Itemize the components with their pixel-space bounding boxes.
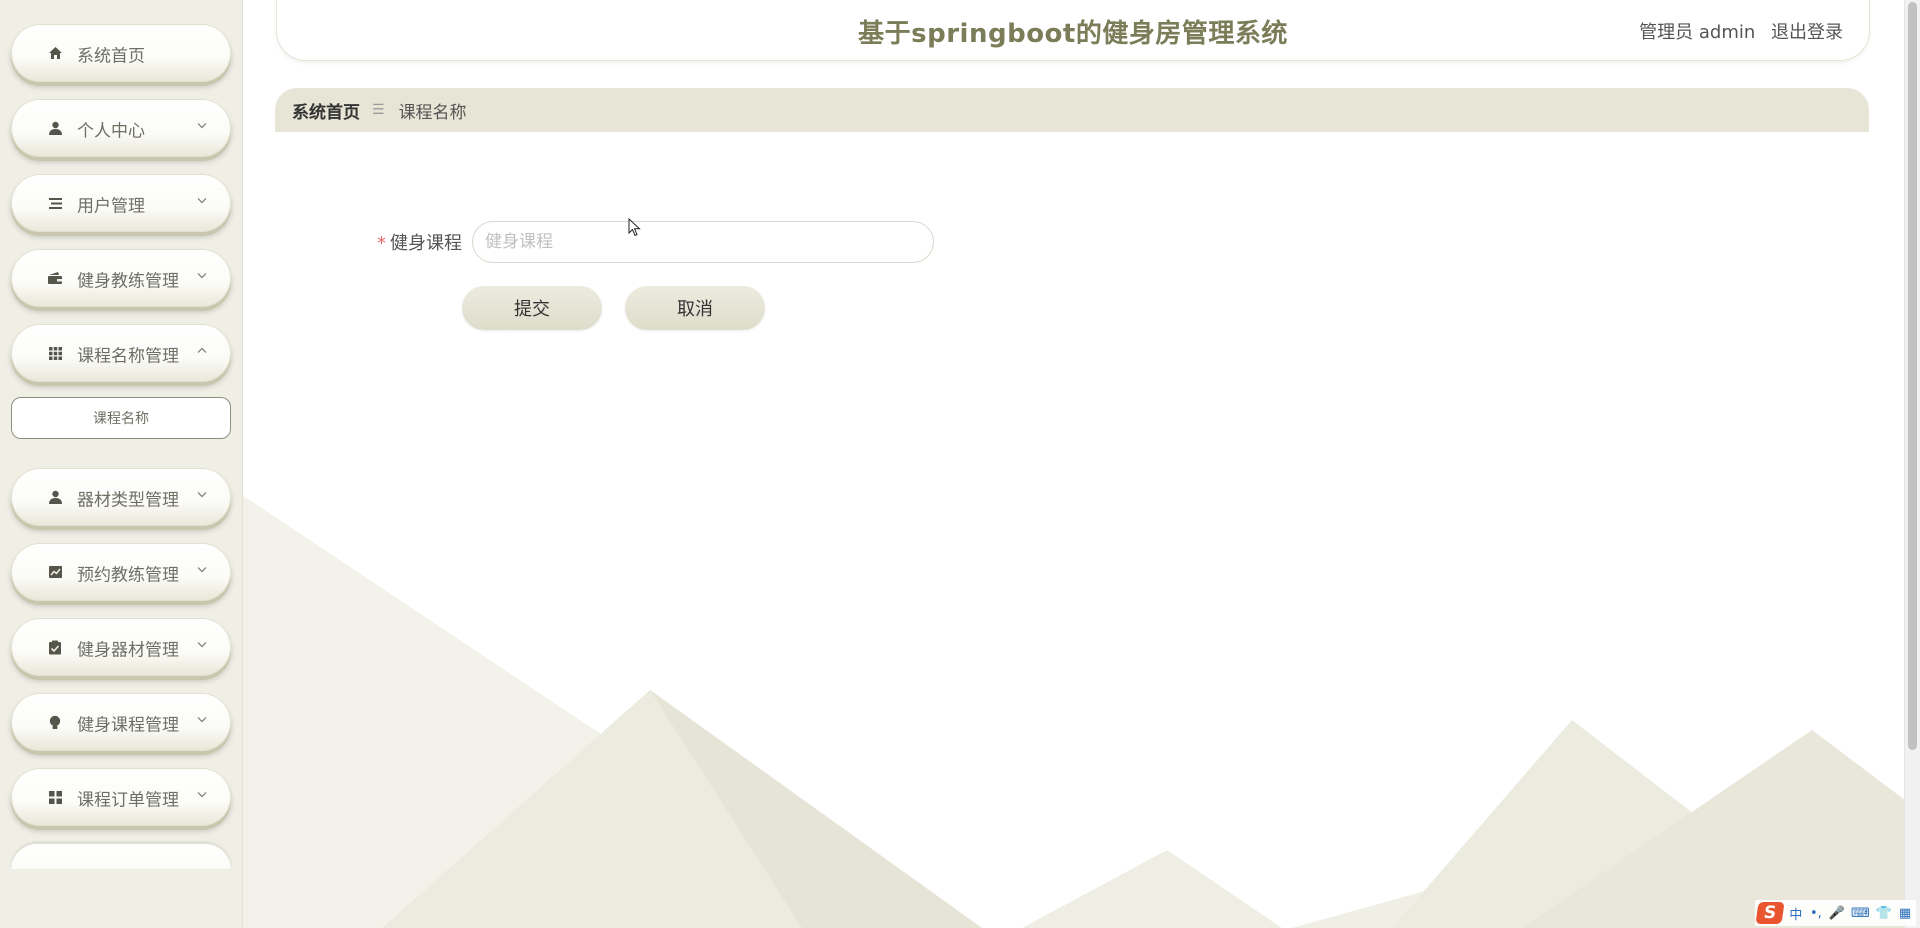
breadcrumb-home[interactable]: 系统首页 <box>292 98 360 123</box>
logout-link[interactable]: 退出登录 <box>1771 22 1843 43</box>
sidebar-item-label: 健身教练管理 <box>77 271 179 292</box>
chevron-down-icon <box>197 792 207 798</box>
sidebar-item-course-order-management[interactable]: 课程订单管理 <box>11 768 231 826</box>
scrollbar-thumb[interactable] <box>1908 2 1917 750</box>
wallet-icon <box>47 270 63 286</box>
sidebar-item-personal-center[interactable]: 个人中心 <box>11 99 231 157</box>
sidebar-item-label: 器材类型管理 <box>77 490 179 511</box>
submenu-item-label: 课程名称 <box>93 411 149 427</box>
chevron-down-icon <box>197 717 207 723</box>
sidebar-item-home[interactable]: 系统首页 <box>11 24 231 82</box>
sidebar-item-user-management[interactable]: 用户管理 <box>11 174 231 232</box>
sidebar-item-fitness-course-management[interactable]: 健身课程管理 <box>11 693 231 751</box>
course-field-label: * 健身课程 <box>366 229 462 255</box>
person-icon <box>47 489 63 505</box>
list-icon <box>47 195 63 211</box>
person-icon <box>47 120 63 136</box>
ime-toolbar: S 中 •, 🎤 ⌨ 👕 ▦ <box>1754 900 1916 926</box>
top-header: 基于springboot的健身房管理系统 管理员 admin 退出登录 <box>276 0 1870 61</box>
cancel-button[interactable]: 取消 <box>625 286 765 330</box>
sidebar-item-label: 健身器材管理 <box>77 640 179 661</box>
sidebar-item-label: 系统首页 <box>77 46 145 67</box>
sidebar-item-label: 课程名称管理 <box>77 346 179 367</box>
sidebar-item-equipment-type-management[interactable]: 器材类型管理 <box>11 468 231 526</box>
chevron-up-icon <box>197 347 207 353</box>
field-label-text: 健身课程 <box>390 233 462 254</box>
submenu-item-course-name[interactable]: 课程名称 <box>11 397 231 439</box>
sidebar-item-label: 预约教练管理 <box>77 565 179 586</box>
chevron-down-icon <box>197 492 207 498</box>
ime-logo-icon[interactable]: S <box>1755 902 1785 924</box>
ime-keyboard-icon[interactable]: ⌨ <box>1851 906 1870 921</box>
ime-grid-icon[interactable]: ▦ <box>1898 906 1912 921</box>
ime-punctuation-icon[interactable]: •, <box>1809 906 1823 921</box>
ime-lang-toggle[interactable]: 中 <box>1789 904 1803 923</box>
sidebar-item-coach-management[interactable]: 健身教练管理 <box>11 249 231 307</box>
course-form-row: * 健身课程 <box>366 220 934 264</box>
apps-icon <box>47 789 63 805</box>
app-root: 系统首页 个人中心 用户管理 健身教练管理 课程名称管理 课程名称 器材类型管理… <box>0 0 1920 928</box>
chart-icon <box>47 564 63 580</box>
sidebar-item-label: 用户管理 <box>77 196 145 217</box>
breadcrumb-current: 课程名称 <box>398 102 467 123</box>
clipboard-icon <box>47 639 63 655</box>
chevron-down-icon <box>197 642 207 648</box>
sidebar-item-coach-booking-management[interactable]: 预约教练管理 <box>11 543 231 601</box>
bulb-icon <box>47 714 63 730</box>
submit-button[interactable]: 提交 <box>462 286 602 330</box>
ime-microphone-icon[interactable]: 🎤 <box>1829 906 1845 921</box>
ime-skin-icon[interactable]: 👕 <box>1876 906 1892 921</box>
grid-icon <box>47 345 63 361</box>
sidebar-item-label: 健身课程管理 <box>77 715 179 736</box>
sidebar-item-fitness-equipment-management[interactable]: 健身器材管理 <box>11 618 231 676</box>
sidebar-item-partial[interactable] <box>11 843 231 869</box>
breadcrumb: 系统首页 ☰ 课程名称 <box>275 88 1869 132</box>
user-label: 管理员 admin <box>1639 22 1756 43</box>
sidebar-item-label: 课程订单管理 <box>77 790 179 811</box>
page-scrollbar[interactable] <box>1904 0 1920 928</box>
chevron-down-icon <box>197 273 207 279</box>
sidebar-menu: 系统首页 个人中心 用户管理 健身教练管理 课程名称管理 课程名称 器材类型管理… <box>11 24 231 869</box>
user-info: 管理员 admin 退出登录 <box>1629 18 1843 44</box>
sidebar: 系统首页 个人中心 用户管理 健身教练管理 课程名称管理 课程名称 器材类型管理… <box>0 0 243 928</box>
sidebar-item-course-name-management[interactable]: 课程名称管理 <box>11 324 231 382</box>
breadcrumb-separator: ☰ <box>372 102 385 118</box>
course-name-input[interactable] <box>472 221 934 263</box>
mouse-cursor-icon <box>628 218 641 237</box>
chevron-down-icon <box>197 198 207 204</box>
required-mark: * <box>377 233 386 254</box>
sidebar-item-label: 个人中心 <box>77 121 145 142</box>
background-mountains <box>242 495 1905 928</box>
home-icon <box>47 45 63 61</box>
chevron-down-icon <box>197 123 207 129</box>
chevron-down-icon <box>197 567 207 573</box>
